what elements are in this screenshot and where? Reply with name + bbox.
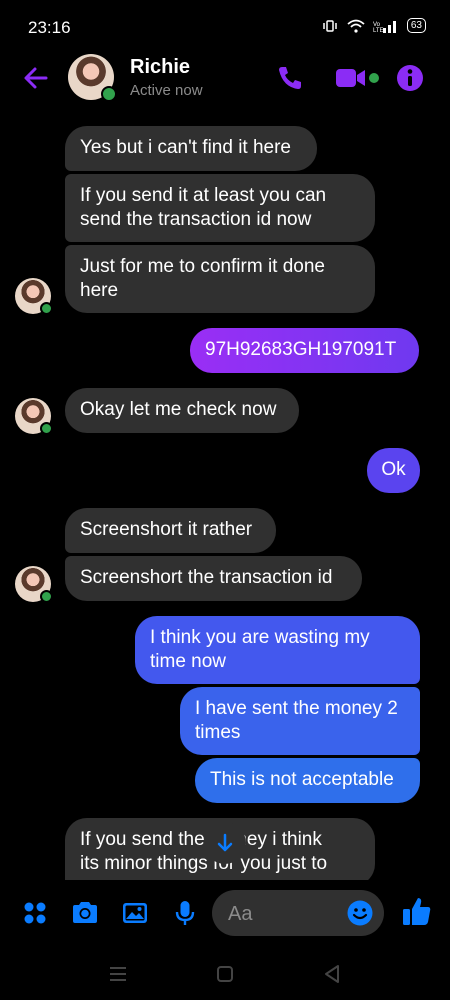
microphone-icon <box>175 901 195 925</box>
system-navigation-bar <box>0 946 450 1000</box>
message-input-container[interactable] <box>212 890 384 938</box>
back-nav-button[interactable] <box>320 962 344 986</box>
message-bubble-outgoing[interactable]: Ok <box>367 448 420 493</box>
svg-text:LTE: LTE <box>373 28 384 33</box>
phone-icon <box>279 67 301 89</box>
voice-message-button[interactable] <box>170 898 200 928</box>
contact-avatar[interactable] <box>68 54 117 102</box>
message-bubble-incoming[interactable]: If you send it at least you can send the… <box>65 174 375 242</box>
info-icon <box>397 65 423 91</box>
message-bubble-incoming[interactable]: Just for me to confirm it done here <box>65 245 375 313</box>
recent-apps-button[interactable] <box>106 962 130 986</box>
message-composer <box>0 880 450 946</box>
camera-button[interactable] <box>70 898 100 928</box>
thumbs-up-icon <box>403 898 431 925</box>
battery-icon: 63 <box>406 18 426 33</box>
wifi-icon <box>347 19 365 33</box>
menu-icon <box>110 967 126 981</box>
emoji-icon <box>347 900 373 926</box>
arrow-left-icon <box>24 67 48 89</box>
message-input[interactable] <box>226 890 350 938</box>
message-bubble-incoming[interactable]: Yes but i can't find it here <box>65 126 317 171</box>
contact-name[interactable]: Richie <box>130 56 190 79</box>
sender-avatar[interactable] <box>15 278 53 315</box>
scroll-to-bottom-button[interactable] <box>204 822 246 864</box>
vibrate-icon <box>323 19 337 32</box>
message-list[interactable]: Yes but i can't find it here If you send… <box>0 118 450 880</box>
online-indicator <box>40 302 53 315</box>
message-bubble-outgoing[interactable]: This is not acceptable <box>195 758 420 803</box>
online-indicator <box>40 422 53 435</box>
chat-header: Richie Active now <box>0 52 450 110</box>
sender-avatar[interactable] <box>15 398 53 435</box>
home-button[interactable] <box>213 962 237 986</box>
status-icons: Vo LTE 63 <box>321 18 426 33</box>
emoji-button[interactable] <box>346 899 374 927</box>
arrow-down-icon <box>217 833 233 852</box>
info-button[interactable] <box>394 62 426 94</box>
like-button[interactable] <box>400 895 434 929</box>
gallery-button[interactable] <box>120 898 150 928</box>
four-dots-icon <box>24 902 46 924</box>
message-bubble-outgoing[interactable]: I think you are wasting my time now <box>135 616 420 684</box>
online-indicator <box>101 86 117 102</box>
message-bubble-outgoing[interactable]: 97H92683GH197091T <box>190 328 419 373</box>
call-button[interactable] <box>274 62 306 94</box>
sender-avatar[interactable] <box>15 566 53 603</box>
message-bubble-incoming[interactable]: Screenshort it rather <box>65 508 276 553</box>
online-indicator <box>40 590 53 603</box>
message-bubble-incoming[interactable]: Okay let me check now <box>65 388 299 433</box>
message-bubble-incoming[interactable]: Screenshort the transaction id <box>65 556 362 601</box>
message-bubble-outgoing[interactable]: I have sent the money 2 times <box>180 687 420 755</box>
status-bar: 23:16 Vo LTE 63 <box>0 0 450 52</box>
back-button[interactable] <box>20 62 52 94</box>
camera-icon <box>73 902 97 923</box>
triangle-back-icon <box>325 965 339 983</box>
contact-status: Active now <box>130 82 203 99</box>
signal-icon: VoLTE <box>373 20 396 33</box>
video-camera-icon <box>336 69 379 87</box>
video-call-button[interactable] <box>334 62 382 94</box>
image-icon <box>123 903 147 923</box>
more-actions-button[interactable] <box>20 898 50 928</box>
home-square-icon <box>217 966 233 982</box>
status-time: 23:16 <box>28 18 71 37</box>
